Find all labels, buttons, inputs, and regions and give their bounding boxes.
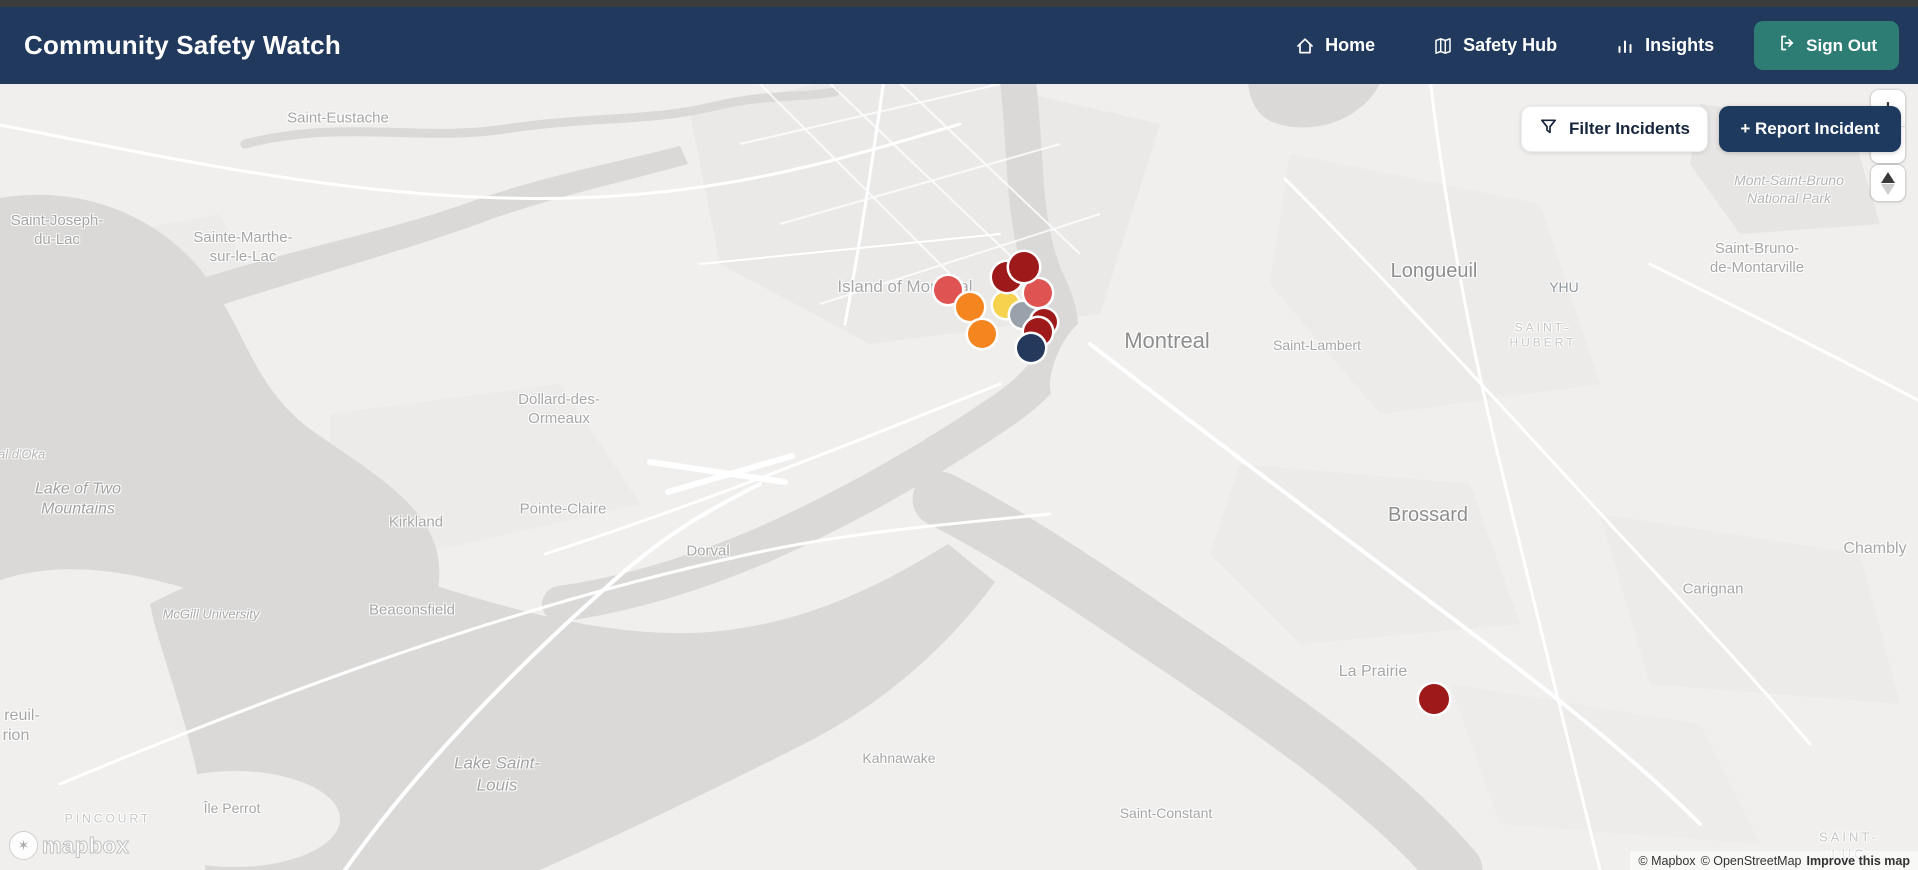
incident-marker-red[interactable]: [1024, 279, 1052, 307]
nav-item-safety-hub[interactable]: Safety Hub: [1433, 35, 1557, 56]
map-attribution: © Mapbox © OpenStreetMap Improve this ma…: [1630, 851, 1918, 870]
window-top-strip: [0, 0, 1918, 7]
app-title: Community Safety Watch: [24, 30, 341, 60]
map-icon: [1433, 36, 1453, 56]
incident-marker-navy[interactable]: [1017, 334, 1045, 362]
map-markers: [0, 84, 1918, 870]
attribution-osm-link[interactable]: © OpenStreetMap: [1701, 854, 1802, 868]
compass-north-needle: [1881, 171, 1895, 183]
incident-marker-orange[interactable]: [956, 293, 984, 321]
map-compass-control: [1871, 165, 1905, 201]
report-incident-label: + Report Incident: [1740, 119, 1880, 138]
filter-incidents-button[interactable]: Filter Incidents: [1521, 106, 1708, 152]
home-icon: [1295, 36, 1315, 56]
incident-marker-dark_red[interactable]: [1009, 252, 1039, 282]
nav-item-label: Home: [1325, 35, 1376, 55]
nav-item-insights[interactable]: Insights: [1615, 35, 1714, 56]
compass-icon[interactable]: [1871, 165, 1905, 201]
sign-out-label: Sign Out: [1806, 35, 1877, 55]
bar-chart-icon: [1615, 36, 1635, 56]
nav-item-home[interactable]: Home: [1295, 35, 1375, 56]
incident-marker-orange[interactable]: [968, 320, 996, 348]
nav-item-label: Safety Hub: [1463, 35, 1558, 55]
compass-south-needle: [1881, 183, 1895, 195]
nav-item-label: Insights: [1645, 35, 1715, 55]
logout-icon: [1776, 33, 1796, 58]
filter-incidents-label: Filter Incidents: [1569, 119, 1690, 138]
attribution-mapbox-link[interactable]: © Mapbox: [1638, 854, 1695, 868]
mapbox-logo-text: mapbox: [41, 832, 130, 858]
nav-links: Home Safety Hub Insights: [1295, 35, 1714, 56]
funnel-icon: [1539, 117, 1558, 141]
incident-marker-dark_red[interactable]: [1419, 684, 1449, 714]
navbar: Community Safety Watch Home Safety Hub I…: [0, 7, 1918, 84]
sign-out-button[interactable]: Sign Out: [1754, 21, 1899, 70]
mapbox-logo[interactable]: ✶ mapbox: [10, 832, 129, 859]
improve-this-map-link[interactable]: Improve this map: [1807, 854, 1911, 868]
map-canvas[interactable]: Saint-Eustache Saint-Joseph- du-Lac Sainte…: [0, 84, 1918, 870]
mapbox-logo-icon: ✶: [10, 832, 37, 859]
report-incident-button[interactable]: + Report Incident: [1719, 106, 1901, 152]
